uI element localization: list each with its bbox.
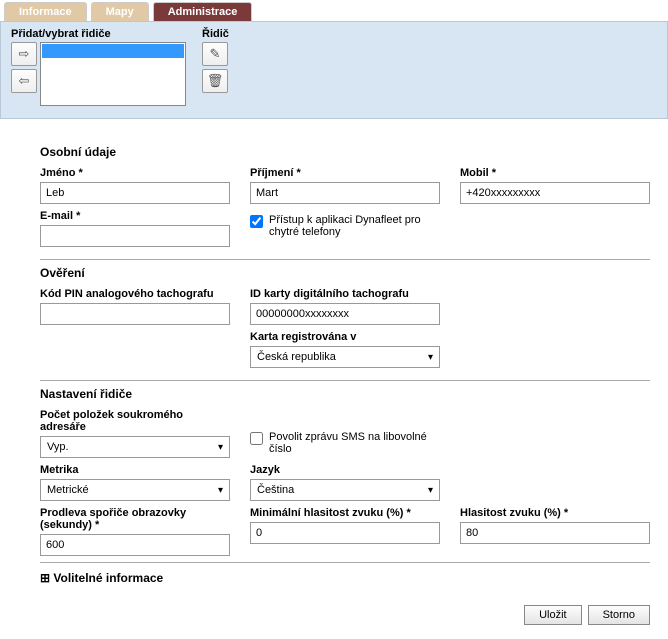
trash-icon: 🗑	[207, 73, 224, 89]
mobile-label: Mobil *	[460, 167, 650, 179]
form-area: Osobní údaje Jméno * Příjmení * Mobil * …	[0, 119, 668, 595]
private-addr-value: Vyp.	[47, 441, 69, 453]
smartphone-access-label: Přístup k aplikaci Dynafleet pro chytré …	[269, 214, 440, 238]
name-input[interactable]	[40, 182, 230, 204]
top-panel: Přidat/vybrat řidiče ⇨ ⇦ Řidič ✎ 🗑	[0, 21, 668, 119]
vol-input[interactable]	[460, 522, 650, 544]
optional-info-label: Volitelné informace	[53, 571, 163, 585]
arrow-right-button[interactable]: ⇨	[11, 42, 37, 66]
section-driver-settings-title: Nastavení řidiče	[40, 387, 650, 401]
lang-value: Čeština	[257, 484, 294, 496]
mobile-input[interactable]	[460, 182, 650, 204]
save-button[interactable]: Uložit	[524, 605, 582, 625]
driver-list-item-selected[interactable]	[42, 44, 184, 58]
pencil-icon: ✎	[210, 46, 221, 62]
name-label: Jméno *	[40, 167, 230, 179]
footer: Uložit Storno	[0, 595, 668, 639]
pin-input[interactable]	[40, 303, 230, 325]
allow-sms-checkbox[interactable]	[250, 432, 263, 445]
private-addr-select[interactable]: Vyp.	[40, 436, 230, 458]
smartphone-access-checkbox[interactable]	[250, 215, 263, 228]
driver-column-label: Řidič	[202, 28, 229, 40]
delete-driver-button[interactable]: 🗑	[202, 69, 228, 93]
card-reg-value: Česká republika	[257, 351, 336, 363]
expand-icon: ⊞	[40, 571, 50, 585]
tab-mapy[interactable]: Mapy	[91, 2, 149, 21]
arrow-left-icon: ⇦	[19, 73, 30, 89]
private-addr-label: Počet položek soukromého adresáře	[40, 409, 230, 433]
email-label: E-mail *	[40, 210, 230, 222]
add-select-driver-label: Přidat/vybrat řidiče	[11, 28, 186, 40]
screensaver-label: Prodleva spořiče obrazovky (sekundy) *	[40, 507, 230, 531]
metric-value: Metrické	[47, 484, 89, 496]
surname-label: Příjmení *	[250, 167, 440, 179]
tab-informace[interactable]: Informace	[4, 2, 87, 21]
min-vol-input[interactable]	[250, 522, 440, 544]
tab-administrace[interactable]: Administrace	[153, 2, 253, 21]
arrow-left-button[interactable]: ⇦	[11, 69, 37, 93]
metric-label: Metrika	[40, 464, 230, 476]
surname-input[interactable]	[250, 182, 440, 204]
vol-label: Hlasitost zvuku (%) *	[460, 507, 650, 519]
card-reg-select[interactable]: Česká republika	[250, 346, 440, 368]
lang-select[interactable]: Čeština	[250, 479, 440, 501]
card-id-label: ID karty digitálního tachografu	[250, 288, 440, 300]
metric-select[interactable]: Metrické	[40, 479, 230, 501]
card-id-input[interactable]	[250, 303, 440, 325]
arrow-right-icon: ⇨	[19, 46, 30, 62]
tab-bar: Informace Mapy Administrace	[0, 0, 668, 21]
pin-label: Kód PIN analogového tachografu	[40, 288, 230, 300]
email-input[interactable]	[40, 225, 230, 247]
section-verification-title: Ověření	[40, 266, 650, 280]
section-personal-title: Osobní údaje	[40, 145, 650, 159]
edit-driver-button[interactable]: ✎	[202, 42, 228, 66]
screensaver-input[interactable]	[40, 534, 230, 556]
lang-label: Jazyk	[250, 464, 440, 476]
optional-info-expander[interactable]: ⊞ Volitelné informace	[40, 562, 650, 585]
card-reg-label: Karta registrována v	[250, 331, 440, 343]
driver-listbox[interactable]	[40, 42, 186, 106]
cancel-button[interactable]: Storno	[588, 605, 650, 625]
min-vol-label: Minimální hlasitost zvuku (%) *	[250, 507, 440, 519]
allow-sms-label: Povolit zprávu SMS na libovolné číslo	[269, 431, 440, 455]
